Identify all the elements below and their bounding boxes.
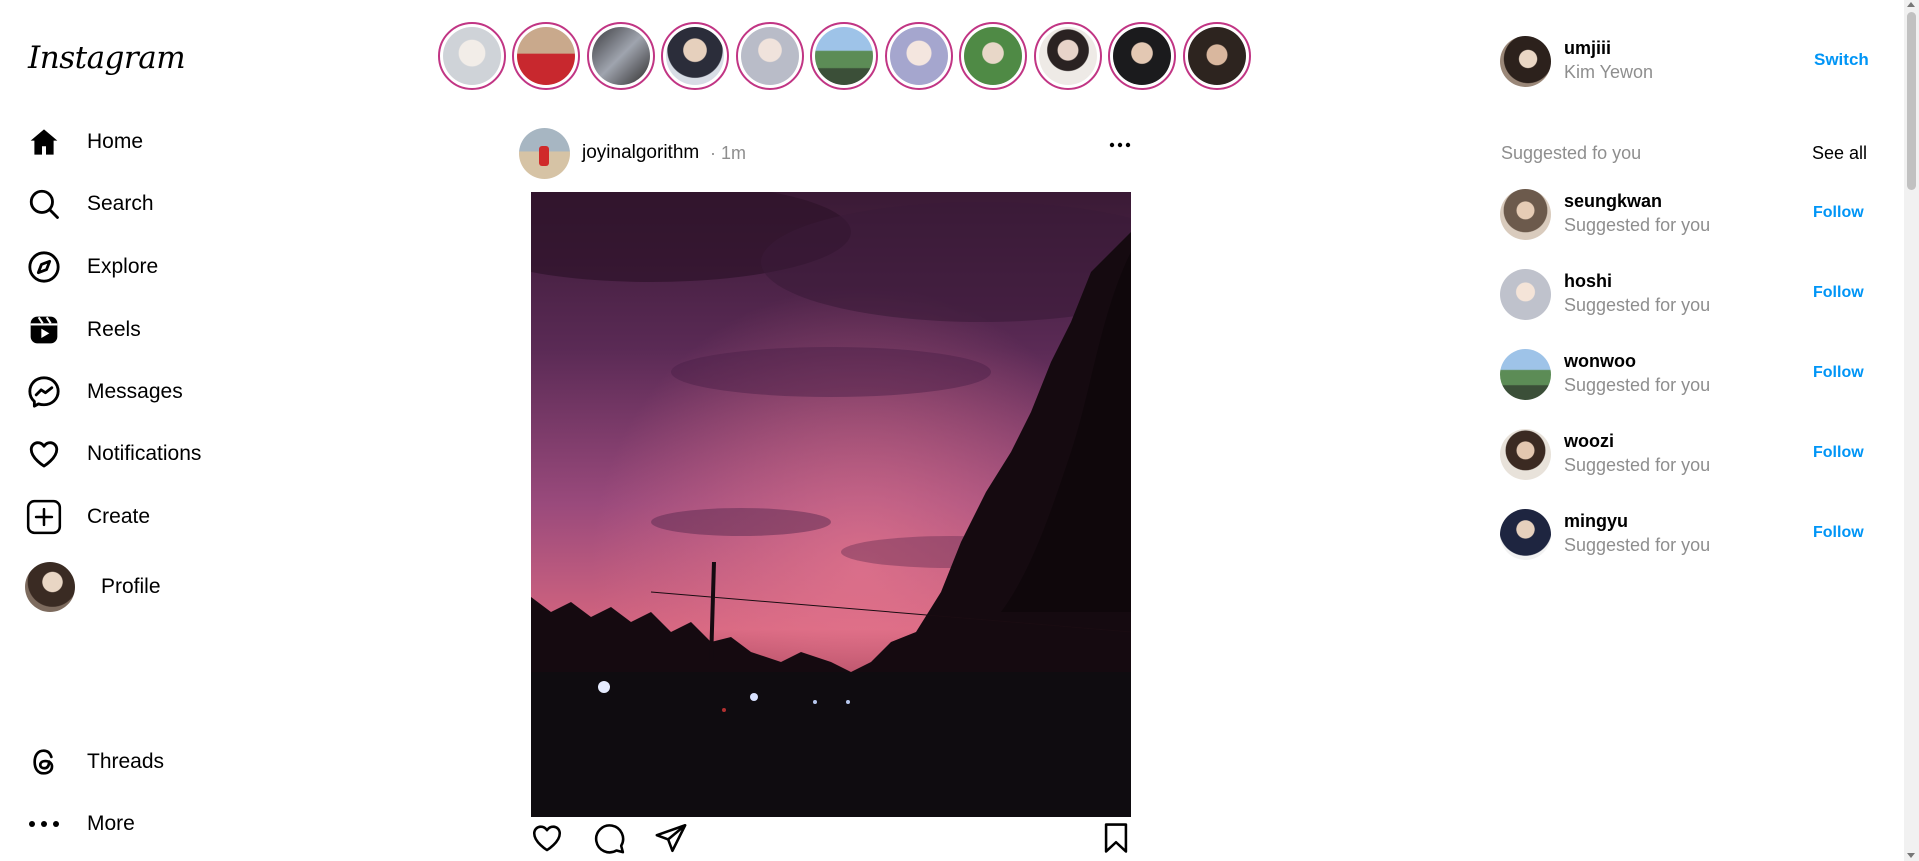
share-icon <box>655 823 687 853</box>
follow-button[interactable]: Follow <box>1813 444 1864 462</box>
more-dots-icon <box>24 804 64 844</box>
avatar[interactable] <box>1500 349 1551 400</box>
suggestion-row: seungkwan Suggested for you Follow <box>1500 189 1875 241</box>
sidebar-item-explore[interactable]: Explore <box>24 247 158 287</box>
bookmark-icon <box>1104 823 1128 853</box>
follow-button[interactable]: Follow <box>1813 204 1864 222</box>
more-options-icon[interactable] <box>1106 135 1136 155</box>
suggestion-subtitle: Suggested for you <box>1564 215 1711 235</box>
follow-button[interactable]: Follow <box>1813 284 1864 302</box>
sidebar-item-threads[interactable]: Threads <box>24 742 164 782</box>
threads-icon <box>24 742 64 782</box>
current-user-avatar[interactable] <box>1500 36 1551 87</box>
suggestion-subtitle: Suggested for you <box>1564 455 1711 475</box>
avatar[interactable] <box>1500 509 1551 560</box>
scroll-down-arrow-icon[interactable] <box>1907 853 1915 858</box>
avatar[interactable] <box>1500 429 1551 480</box>
suggestion-username[interactable]: mingyu <box>1564 511 1628 532</box>
sidebar-item-label: Profile <box>101 575 161 598</box>
comment-button[interactable] <box>592 821 626 855</box>
sidebar-item-more[interactable]: More <box>24 804 135 844</box>
sidebar-item-label: Reels <box>87 318 141 341</box>
post-author-avatar[interactable] <box>519 128 570 179</box>
story-avatar[interactable] <box>885 22 953 90</box>
sidebar-item-home[interactable]: Home <box>24 122 143 162</box>
reels-icon <box>24 310 64 350</box>
compass-icon <box>24 247 64 287</box>
sidebar-item-label: Search <box>87 192 154 215</box>
avatar <box>25 562 75 612</box>
story-avatar[interactable] <box>512 22 580 90</box>
scroll-up-arrow-icon[interactable] <box>1907 2 1915 7</box>
sidebar-item-label: Messages <box>87 380 183 403</box>
sidebar-item-create[interactable]: Create <box>24 497 150 537</box>
suggestion-username[interactable]: woozi <box>1564 431 1614 452</box>
sidebar-item-label: Threads <box>87 750 165 773</box>
sidebar-item-messages[interactable]: Messages <box>24 372 183 412</box>
current-full-name: Kim Yewon <box>1564 62 1654 82</box>
sidebar-item-label: More <box>87 812 135 835</box>
heart-icon <box>24 434 64 474</box>
sidebar-item-label: Create <box>87 505 151 528</box>
suggestions-title: Suggested fo you <box>1501 143 1642 163</box>
avatar[interactable] <box>1500 269 1551 320</box>
post-timestamp: · 1m <box>710 143 746 163</box>
suggestion-username[interactable]: wonwoo <box>1564 351 1636 372</box>
story-avatar[interactable] <box>1034 22 1102 90</box>
follow-button[interactable]: Follow <box>1813 364 1864 382</box>
suggestion-row: wonwoo Suggested for you Follow <box>1500 349 1875 401</box>
see-all-link[interactable]: See all <box>1812 143 1867 164</box>
suggestion-row: mingyu Suggested for you Follow <box>1500 509 1875 561</box>
suggestion-username[interactable]: seungkwan <box>1564 191 1662 212</box>
current-username[interactable]: umjiii <box>1564 38 1611 59</box>
vertical-scrollbar[interactable] <box>1904 0 1919 861</box>
sidebar-item-reels[interactable]: Reels <box>24 310 141 350</box>
messenger-icon <box>24 372 64 412</box>
follow-button[interactable]: Follow <box>1813 524 1864 542</box>
story-avatar[interactable] <box>1183 22 1251 90</box>
switch-account-button[interactable]: Switch <box>1814 50 1869 70</box>
plus-square-icon <box>24 497 64 537</box>
avatar[interactable] <box>1500 189 1551 240</box>
home-icon <box>24 122 64 162</box>
story-avatar[interactable] <box>810 22 878 90</box>
story-avatar[interactable] <box>438 22 506 90</box>
search-icon <box>24 184 64 224</box>
sidebar-item-label: Home <box>87 130 144 153</box>
suggestion-subtitle: Suggested for you <box>1564 295 1711 315</box>
share-button[interactable] <box>654 821 688 855</box>
sidebar-item-notifications[interactable]: Notifications <box>24 434 201 474</box>
heart-icon <box>532 825 562 852</box>
instagram-logo[interactable]: Instagram <box>28 40 186 76</box>
story-avatar[interactable] <box>959 22 1027 90</box>
save-button[interactable] <box>1099 821 1133 855</box>
story-avatar[interactable] <box>661 22 729 90</box>
story-avatar[interactable] <box>736 22 804 90</box>
suggestion-row: woozi Suggested for you Follow <box>1500 429 1875 481</box>
story-avatar[interactable] <box>587 22 655 90</box>
scrollbar-thumb[interactable] <box>1907 12 1916 190</box>
sidebar-item-profile[interactable]: Profile <box>25 562 161 612</box>
suggestion-subtitle: Suggested for you <box>1564 535 1711 555</box>
post-username[interactable]: joyinalgorithm <box>582 142 699 164</box>
comment-icon <box>594 824 625 854</box>
post-image[interactable] <box>531 192 1131 817</box>
sidebar-item-search[interactable]: Search <box>24 184 154 224</box>
suggestion-username[interactable]: hoshi <box>1564 271 1612 292</box>
story-avatar[interactable] <box>1108 22 1176 90</box>
suggestion-row: hoshi Suggested for you Follow <box>1500 269 1875 321</box>
like-button[interactable] <box>530 821 564 855</box>
sidebar-item-label: Explore <box>87 255 159 278</box>
sidebar-item-label: Notifications <box>87 442 202 465</box>
suggestion-subtitle: Suggested for you <box>1564 375 1711 395</box>
